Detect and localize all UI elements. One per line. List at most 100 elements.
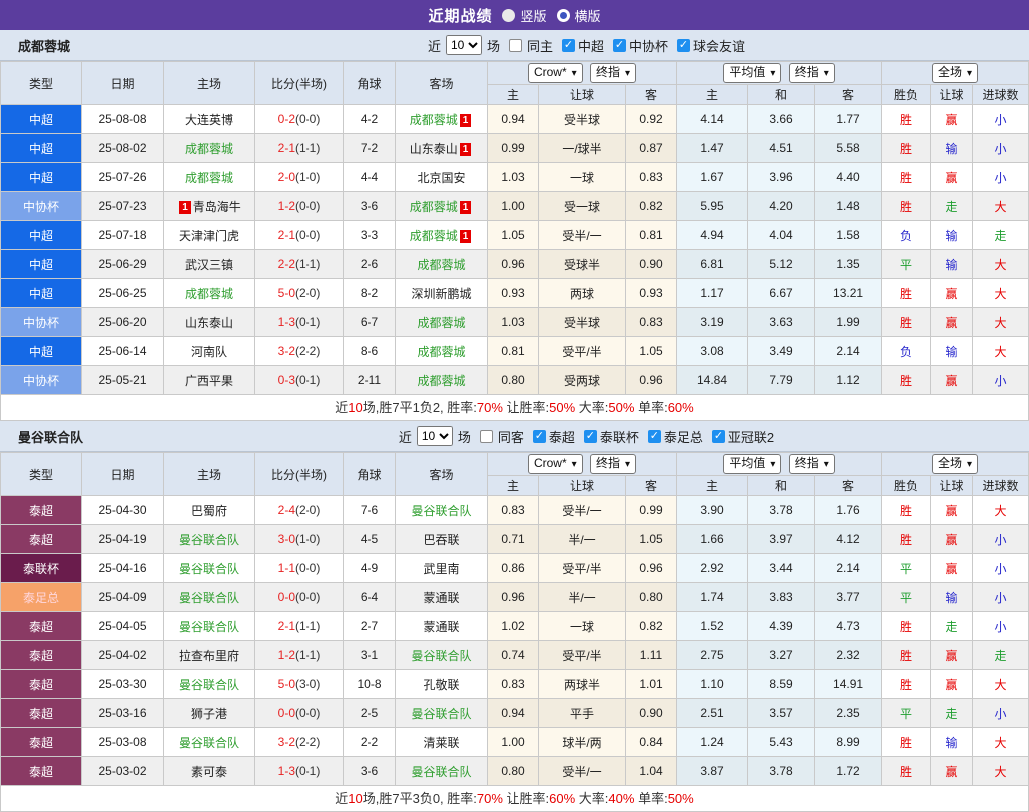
league-badge: 中超 bbox=[1, 279, 82, 308]
result-wl: 胜 bbox=[882, 670, 931, 699]
title-bar: 近期战绩 竖版 横版 bbox=[0, 0, 1029, 30]
league-checkbox[interactable]: ✓ bbox=[584, 430, 597, 443]
corner-count: 2-6 bbox=[344, 250, 396, 279]
fulltime-label: 全场 bbox=[938, 456, 962, 470]
away-team-name: 成都蓉城 bbox=[410, 200, 458, 214]
match-score: 3-0(1-0) bbox=[255, 525, 344, 554]
radio-horizontal[interactable]: 横版 bbox=[557, 6, 601, 25]
odds-away: 0.99 bbox=[626, 496, 677, 525]
final-odds-dropdown[interactable]: 终指▾ bbox=[590, 63, 636, 83]
corner-count: 4-4 bbox=[344, 163, 396, 192]
match-score: 2-4(2-0) bbox=[255, 496, 344, 525]
result-wl: 胜 bbox=[882, 279, 931, 308]
match-date: 25-07-26 bbox=[82, 163, 164, 192]
recent-count-select[interactable]: 10 bbox=[417, 426, 453, 446]
home-team-name: 曼谷联合队 bbox=[179, 533, 239, 547]
radio-unselected-icon[interactable] bbox=[557, 9, 570, 22]
col-away: 客场 bbox=[396, 453, 488, 496]
match-row: 中超25-07-26成都蓉城2-0(1-0)4-4北京国安1.03一球0.831… bbox=[1, 163, 1029, 192]
odds-source-dropdown[interactable]: Crow*▾ bbox=[528, 63, 583, 83]
radio-vertical[interactable]: 竖版 bbox=[502, 6, 546, 25]
radio-selected-icon[interactable] bbox=[502, 9, 515, 22]
avg-home: 1.74 bbox=[677, 583, 748, 612]
league-checkbox[interactable]: ✓ bbox=[533, 430, 546, 443]
summary-text: 70% bbox=[477, 791, 503, 806]
odds-away: 0.83 bbox=[626, 308, 677, 337]
match-date: 25-06-25 bbox=[82, 279, 164, 308]
same-venue-checkbox[interactable] bbox=[509, 39, 522, 52]
league-checkbox[interactable]: ✓ bbox=[562, 39, 575, 52]
league-checkbox[interactable]: ✓ bbox=[613, 39, 626, 52]
result-wl: 胜 bbox=[882, 105, 931, 134]
away-team-name: 成都蓉城 bbox=[417, 345, 465, 359]
col-away: 客场 bbox=[396, 62, 488, 105]
fulltime-dropdown[interactable]: 全场▾ bbox=[932, 63, 978, 83]
avg-home: 1.17 bbox=[677, 279, 748, 308]
average-dropdown[interactable]: 平均值▾ bbox=[723, 454, 781, 474]
league-badge: 中超 bbox=[1, 337, 82, 366]
home-team: 曼谷联合队 bbox=[164, 554, 255, 583]
match-row: 中超25-06-29武汉三镇2-2(1-1)2-6成都蓉城0.96受球半0.90… bbox=[1, 250, 1029, 279]
odds-away: 0.90 bbox=[626, 250, 677, 279]
recent-count-select[interactable]: 10 bbox=[446, 35, 482, 55]
fulltime-score: 2-1 bbox=[278, 141, 295, 155]
odds-source-dropdown[interactable]: Crow*▾ bbox=[528, 454, 583, 474]
summary-text: 让胜率: bbox=[503, 400, 549, 415]
home-team-name: 曼谷联合队 bbox=[179, 620, 239, 634]
fulltime-dropdown[interactable]: 全场 ▾ bbox=[932, 454, 978, 474]
results-table: 类型 日期 主场 比分(半场) 角球 客场 Crow*▾ 终指▾ 平均值▾ 终指… bbox=[0, 452, 1029, 786]
league-badge: 中协杯 bbox=[1, 308, 82, 337]
league-badge: 泰超 bbox=[1, 728, 82, 757]
final-odds-dropdown-2[interactable]: 终指▾ bbox=[789, 63, 835, 83]
chevron-down-icon: ▾ bbox=[967, 459, 972, 470]
halftime-score: (1-1) bbox=[295, 648, 320, 662]
odds-handicap: 受平/半 bbox=[539, 554, 626, 583]
result-handicap: 赢 bbox=[931, 279, 973, 308]
home-team: 大连英博 bbox=[164, 105, 255, 134]
odds-source-label: Crow* bbox=[534, 65, 567, 79]
average-dropdown[interactable]: 平均值▾ bbox=[723, 63, 781, 83]
home-team-name: 曼谷联合队 bbox=[179, 562, 239, 576]
match-date: 25-06-14 bbox=[82, 337, 164, 366]
match-date: 25-05-21 bbox=[82, 366, 164, 395]
home-team: 天津津门虎 bbox=[164, 221, 255, 250]
home-team-name: 曼谷联合队 bbox=[179, 678, 239, 692]
corner-count: 4-5 bbox=[344, 525, 396, 554]
halftime-score: (2-2) bbox=[295, 344, 320, 358]
section-bar: 曼谷联合队 近10场同客✓泰超✓泰联杯✓泰足总✓亚冠联2 bbox=[0, 421, 1029, 452]
league-checkbox-label: 球会友谊 bbox=[693, 36, 745, 55]
league-badge: 泰联杯 bbox=[1, 554, 82, 583]
league-checkbox[interactable]: ✓ bbox=[712, 430, 725, 443]
fulltime-score: 2-2 bbox=[278, 257, 295, 271]
final-odds-dropdown-2[interactable]: 终指▾ bbox=[789, 454, 835, 474]
average-label: 平均值 bbox=[729, 456, 765, 470]
home-team: 曼谷联合队 bbox=[164, 612, 255, 641]
same-venue-checkbox[interactable] bbox=[480, 430, 493, 443]
home-team: 成都蓉城 bbox=[164, 279, 255, 308]
section-bar: 成都蓉城 近10场同主✓中超✓中协杯✓球会友谊 bbox=[0, 30, 1029, 61]
corner-count: 8-2 bbox=[344, 279, 396, 308]
chevron-down-icon: ▾ bbox=[770, 68, 775, 79]
match-score: 1-1(0-0) bbox=[255, 554, 344, 583]
away-team-name: 孔敬联 bbox=[423, 678, 459, 692]
league-checkbox[interactable]: ✓ bbox=[648, 430, 661, 443]
final-odds-dropdown[interactable]: 终指▾ bbox=[590, 454, 636, 474]
col-result-handicap: 让球 bbox=[931, 85, 973, 105]
odds-away: 0.80 bbox=[626, 583, 677, 612]
result-wl: 平 bbox=[882, 699, 931, 728]
corner-count: 6-4 bbox=[344, 583, 396, 612]
result-goals: 小 bbox=[973, 583, 1029, 612]
avg-draw: 3.27 bbox=[748, 641, 815, 670]
fulltime-score: 0-2 bbox=[278, 112, 295, 126]
league-checkbox[interactable]: ✓ bbox=[677, 39, 690, 52]
fulltime-score: 1-2 bbox=[278, 648, 295, 662]
match-row: 中协杯25-07-231青岛海牛1-2(0-0)3-6成都蓉城11.00受一球0… bbox=[1, 192, 1029, 221]
away-team: 清莱联 bbox=[396, 728, 488, 757]
match-score: 0-0(0-0) bbox=[255, 699, 344, 728]
result-goals: 小 bbox=[973, 612, 1029, 641]
corner-count: 3-1 bbox=[344, 641, 396, 670]
corner-count: 4-2 bbox=[344, 105, 396, 134]
away-team: 曼谷联合队 bbox=[396, 699, 488, 728]
col-avg-draw: 和 bbox=[748, 476, 815, 496]
halftime-score: (0-0) bbox=[295, 199, 320, 213]
